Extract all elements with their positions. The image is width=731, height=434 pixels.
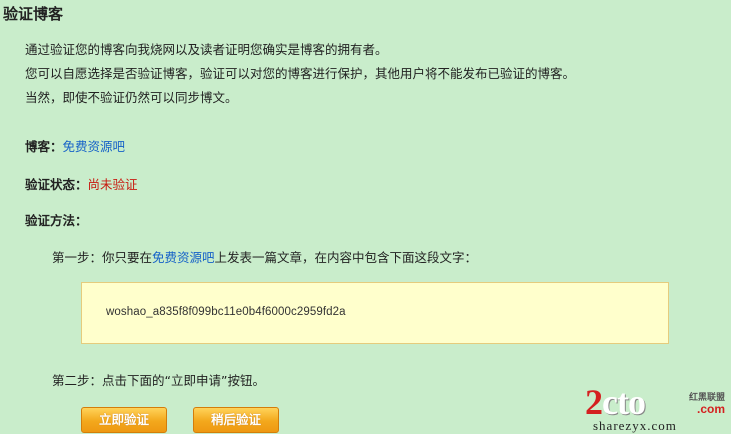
verify-now-button[interactable]: 立即验证 — [81, 407, 167, 433]
step-2-text: 第二步：点击下面的“立即申请”按钮。 — [52, 373, 265, 388]
verification-code-box: woshao_a835f8f099bc11e0b4f6000c2959fd2a — [81, 282, 669, 344]
watermark-logo-text: cto — [602, 382, 646, 422]
verify-later-button[interactable]: 稍后验证 — [193, 407, 279, 433]
verification-code: woshao_a835f8f099bc11e0b4f6000c2959fd2a — [106, 306, 346, 318]
blog-label: 博客： — [25, 139, 63, 154]
intro-line-2: 您可以自愿选择是否验证博客，验证可以对您的博客进行保护，其他用户将不能发布已验证… — [25, 66, 576, 81]
intro-text: 通过验证您的博客向我烧网以及读者证明您确实是博客的拥有者。 您可以自愿选择是否验… — [25, 38, 575, 110]
step-1-blog-link[interactable]: 免费资源吧 — [152, 250, 215, 265]
page-title: 验证博客 — [3, 5, 64, 23]
watermark-domain: sharezyx.com — [593, 418, 677, 433]
watermark-logo: 2cto — [585, 382, 646, 422]
step-1-prefix: 第一步：你只要在 — [52, 250, 153, 265]
step-1-suffix: 上发表一篇文章，在内容中包含下面这段文字： — [214, 250, 478, 265]
watermark-com: .com — [696, 402, 725, 416]
site-watermark: 2cto 红黑联盟 .com sharezyx.com — [585, 384, 725, 434]
intro-line-1: 通过验证您的博客向我烧网以及读者证明您确实是博客的拥有者。 — [25, 42, 388, 57]
blog-link[interactable]: 免费资源吧 — [63, 139, 126, 154]
step-1: 第一步：你只要在免费资源吧上发表一篇文章，在内容中包含下面这段文字： — [52, 247, 477, 266]
status-field: 验证状态：尚未验证 — [25, 174, 138, 193]
step-2: 第二步：点击下面的“立即申请”按钮。 — [52, 370, 265, 389]
method-label: 验证方法： — [25, 213, 88, 228]
watermark-logo-digit: 2 — [585, 382, 603, 422]
method-field: 验证方法： — [25, 210, 88, 229]
status-value: 尚未验证 — [87, 177, 138, 192]
intro-line-3: 当然，即使不验证仍然可以同步博文。 — [25, 90, 238, 105]
status-label: 验证状态： — [25, 177, 88, 192]
blog-field: 博客：免费资源吧 — [25, 136, 125, 155]
